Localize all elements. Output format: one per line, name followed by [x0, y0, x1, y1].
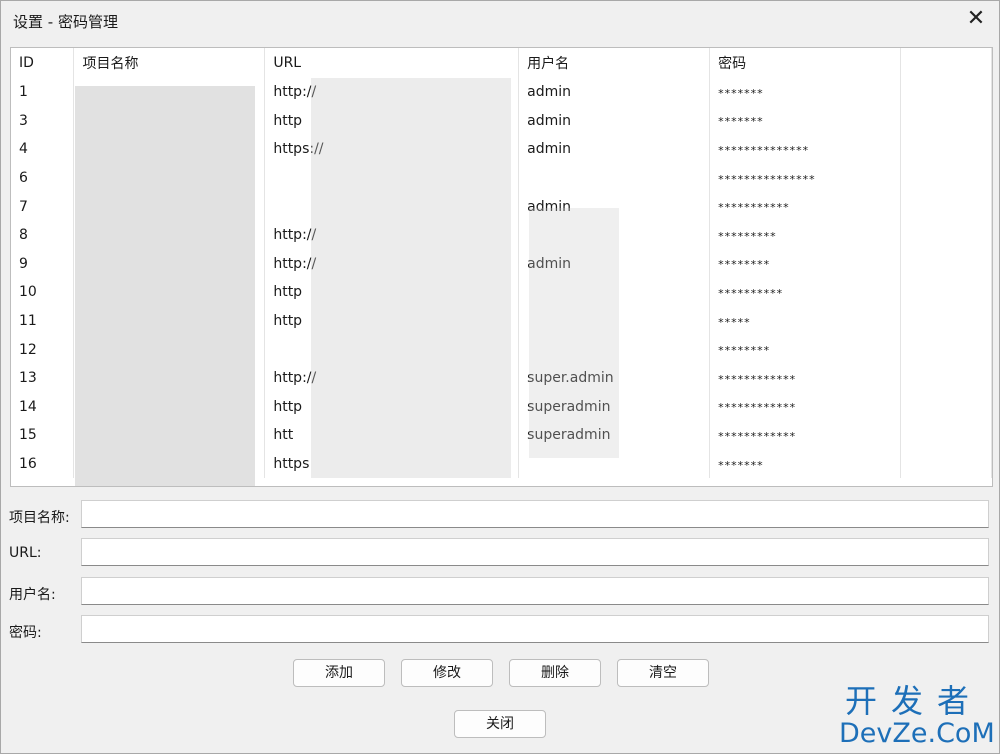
cell-password: ******** [709, 249, 902, 279]
table-header-row: ID 项目名称 URL 用户名 密码 [11, 48, 992, 78]
site-watermark: 开发者 DevZe.CoM [839, 682, 995, 749]
password-field[interactable] [81, 615, 989, 643]
cell-username: admin [518, 106, 711, 136]
form-row-password: 密码: [1, 615, 1000, 647]
column-header-name[interactable]: 项目名称 [73, 48, 266, 78]
cell-password: ******* [709, 106, 902, 136]
cell-password: ******* [709, 78, 902, 107]
name-field[interactable] [81, 500, 989, 528]
cell-filler [900, 335, 992, 364]
clear-button[interactable]: 清空 [617, 659, 709, 687]
cell-filler [900, 306, 992, 336]
cell-id: 6 [11, 163, 75, 193]
watermark-logo-text: 开发者 [844, 682, 983, 720]
cell-password: ********** [709, 278, 902, 307]
edit-button[interactable]: 修改 [401, 659, 493, 687]
cell-password: *************** [709, 163, 902, 193]
username-field[interactable] [81, 577, 989, 605]
redaction-mosaic [529, 208, 619, 458]
cell-filler [900, 421, 992, 450]
cell-id: 3 [11, 106, 75, 136]
cell-id: 1 [11, 78, 75, 107]
cell-username: admin [518, 135, 711, 164]
name-label: 项目名称: [9, 510, 70, 526]
cell-filler [900, 106, 992, 136]
column-header-username[interactable]: 用户名 [518, 48, 711, 78]
cell-filler [900, 363, 992, 393]
cell-filler [900, 249, 992, 279]
cell-id: 15 [11, 421, 75, 450]
cell-id: 8 [11, 220, 75, 250]
cell-password: ************** [709, 135, 902, 164]
cell-username: admin [518, 78, 711, 107]
cell-password: ***** [709, 306, 902, 336]
title-bar: 设置 - 密码管理 ✕ [1, 1, 999, 39]
form-row-url: URL: [1, 538, 1000, 570]
cell-filler [900, 449, 992, 479]
watermark-domain: DevZe.CoM [839, 718, 995, 749]
form-row-username: 用户名: [1, 577, 1000, 609]
redaction-mosaic [311, 78, 511, 478]
cell-filler [900, 392, 992, 422]
cell-filler [900, 220, 992, 250]
cell-filler [900, 163, 992, 193]
cell-id: 16 [11, 449, 75, 479]
cell-password: ************ [709, 363, 902, 393]
close-button[interactable]: 关闭 [454, 710, 546, 738]
cell-id: 9 [11, 249, 75, 279]
column-header-filler [900, 48, 992, 78]
cell-password: ************ [709, 421, 902, 450]
url-field[interactable] [81, 538, 989, 566]
cell-username [518, 163, 711, 193]
cell-id: 13 [11, 363, 75, 393]
redaction-mosaic [75, 86, 255, 486]
url-label: URL: [9, 545, 42, 561]
password-table[interactable]: ID 项目名称 URL 用户名 密码 1 http://admin ******* 3… [10, 47, 993, 487]
cell-password: ************ [709, 392, 902, 422]
cell-filler [900, 135, 992, 164]
cell-filler [900, 192, 992, 221]
password-manager-dialog: 设置 - 密码管理 ✕ ID 项目名称 URL 用户名 密码 1 http://a… [0, 0, 1000, 754]
cell-password: *********** [709, 192, 902, 221]
username-label: 用户名: [9, 587, 56, 603]
cell-password: ******* [709, 449, 902, 479]
form-row-name: 项目名称: [1, 500, 1000, 532]
add-button[interactable]: 添加 [293, 659, 385, 687]
cell-password: ********* [709, 220, 902, 250]
close-icon[interactable]: ✕ [961, 5, 991, 33]
cell-id: 10 [11, 278, 75, 307]
cell-id: 12 [11, 335, 75, 364]
column-header-password[interactable]: 密码 [709, 48, 902, 78]
password-label: 密码: [9, 625, 42, 641]
cell-id: 14 [11, 392, 75, 422]
cell-id: 7 [11, 192, 75, 221]
cell-filler [900, 278, 992, 307]
column-header-url[interactable]: URL [264, 48, 520, 78]
window-title: 设置 - 密码管理 [13, 13, 118, 31]
cell-password: ******** [709, 335, 902, 364]
cell-id: 11 [11, 306, 75, 336]
delete-button[interactable]: 删除 [509, 659, 601, 687]
column-header-id[interactable]: ID [11, 48, 75, 78]
cell-id: 4 [11, 135, 75, 164]
cell-filler [900, 78, 992, 107]
